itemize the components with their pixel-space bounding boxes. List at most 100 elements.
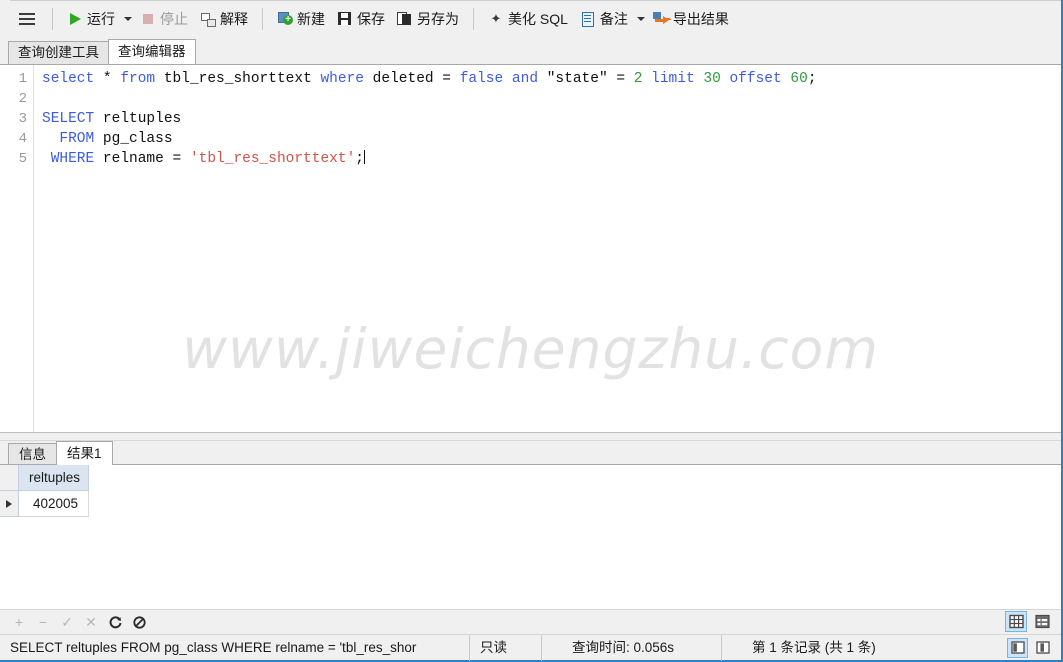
code-line: FROM pg_class bbox=[42, 129, 1061, 149]
code-token: tbl_res_shorttext bbox=[155, 71, 321, 87]
toolbar-separator bbox=[52, 8, 53, 30]
toolbar-separator bbox=[262, 8, 263, 30]
sql-code-text[interactable]: select * from tbl_res_shorttext where de… bbox=[34, 65, 1061, 432]
toolbar-button-label: 另存为 bbox=[417, 11, 459, 27]
toolbar-button-label: 解释 bbox=[220, 11, 248, 27]
grid-view-icon[interactable] bbox=[1005, 611, 1027, 632]
main-toolbar: 运行 停止 解释 新建 保存 另存为 ✦ 美化 SQL 备注 导出结果 bbox=[0, 0, 1061, 38]
current-row-arrow-icon bbox=[6, 500, 12, 508]
results-tabbar: 信息 结果1 bbox=[0, 441, 1061, 465]
toolbar-button-save[interactable]: 保存 bbox=[331, 5, 391, 33]
code-token: pg_class bbox=[94, 131, 173, 147]
form-view-icon[interactable] bbox=[1031, 611, 1053, 632]
export-icon bbox=[652, 11, 669, 27]
line-number-gutter: 1 2 3 4 5 bbox=[0, 65, 34, 432]
table-row[interactable]: 402005 bbox=[0, 490, 90, 517]
refresh-icon[interactable] bbox=[104, 612, 126, 632]
toolbar-button-note[interactable]: 备注 bbox=[574, 5, 634, 33]
tab-query-builder[interactable]: 查询创建工具 bbox=[8, 41, 109, 64]
tab-query-editor[interactable]: 查询编辑器 bbox=[108, 39, 196, 64]
status-record-count: 第 1 条记录 (共 1 条) bbox=[752, 639, 876, 655]
toolbar-button-explain[interactable]: 解释 bbox=[194, 5, 254, 33]
cross-icon[interactable]: ✕ bbox=[80, 612, 102, 632]
code-token: limit bbox=[651, 71, 695, 87]
toolbar-button-label: 运行 bbox=[87, 11, 115, 27]
line-number: 3 bbox=[18, 111, 27, 127]
code-token: * bbox=[94, 71, 121, 87]
sql-editor-area[interactable]: 1 2 3 4 5 select * from tbl_res_shorttext wh… bbox=[0, 64, 1061, 432]
arrow-head-icon bbox=[662, 16, 669, 24]
code-token: relname = bbox=[94, 151, 190, 167]
toolbar-button-label: 美化 SQL bbox=[508, 11, 568, 27]
code-token: reltuples bbox=[94, 111, 182, 127]
toolbar-button-save_as[interactable]: 另存为 bbox=[391, 5, 465, 33]
view-mode-toggles bbox=[1005, 611, 1053, 632]
status-readonly-label: 只读 bbox=[470, 634, 542, 661]
code-token: WHERE bbox=[42, 151, 95, 167]
code-token: ; bbox=[355, 151, 364, 167]
status-sql-text: SELECT reltuples FROM pg_class WHERE rel… bbox=[0, 634, 470, 661]
code-token: 'tbl_res_shorttext' bbox=[189, 151, 356, 167]
column-header-reltuples[interactable]: reltuples bbox=[18, 465, 90, 491]
code-token: 60 bbox=[790, 71, 808, 87]
status-bar: SELECT reltuples FROM pg_class WHERE rel… bbox=[0, 634, 1061, 661]
chevron-down-icon-run[interactable] bbox=[124, 17, 132, 21]
code-token: 30 bbox=[703, 71, 721, 87]
toolbar-button-stop: 停止 bbox=[134, 5, 194, 33]
toolbar-button-new[interactable]: 新建 bbox=[271, 5, 331, 33]
toolbar-separator bbox=[473, 8, 474, 30]
check-icon[interactable]: ✓ bbox=[56, 612, 78, 632]
chevron-down-icon-note[interactable] bbox=[636, 17, 645, 21]
code-line: select * from tbl_res_shorttext where de… bbox=[42, 69, 1061, 89]
plus-icon[interactable]: + bbox=[8, 612, 30, 632]
table-header-row: reltuples bbox=[0, 465, 90, 491]
toolbar-button-beautify[interactable]: ✦ 美化 SQL bbox=[482, 5, 574, 33]
new-file-icon bbox=[277, 11, 293, 27]
stop-icon bbox=[140, 11, 156, 27]
toolbar-button-export[interactable]: 导出结果 bbox=[647, 5, 735, 33]
code-token: false bbox=[459, 71, 504, 87]
no-entry-icon[interactable] bbox=[128, 612, 150, 632]
line-number: 4 bbox=[18, 131, 27, 147]
toolbar-button-label: 备注 bbox=[599, 11, 628, 27]
panel-splitter[interactable] bbox=[0, 432, 1061, 441]
cell-reltuples[interactable]: 402005 bbox=[18, 490, 90, 517]
toolbar-button-run[interactable]: 运行 bbox=[61, 5, 121, 33]
explain-icon bbox=[200, 11, 216, 27]
code-token: offset bbox=[729, 71, 782, 87]
line-number: 1 bbox=[18, 71, 27, 87]
panel-left-icon[interactable] bbox=[1007, 637, 1028, 658]
toolbar-button-label: 保存 bbox=[357, 11, 385, 27]
code-token: from bbox=[120, 71, 156, 87]
code-line: WHERE relname = 'tbl_res_shorttext'; bbox=[42, 149, 1061, 169]
grid-toolbar: + − ✓ ✕ bbox=[0, 609, 1061, 634]
editor-tabbar: 查询创建工具 查询编辑器 bbox=[0, 38, 1061, 64]
hamburger-menu-icon[interactable] bbox=[10, 4, 44, 34]
status-panel-toggles bbox=[1007, 637, 1061, 658]
code-token: select bbox=[42, 71, 95, 87]
toolbar-button-label: 新建 bbox=[297, 11, 325, 27]
line-number: 5 bbox=[18, 151, 27, 167]
status-query-time: 查询时间: 0.056s bbox=[542, 634, 722, 661]
result-tab-info[interactable]: 信息 bbox=[8, 443, 57, 465]
code-token: SELECT bbox=[42, 111, 95, 127]
results-table: reltuples 402005 bbox=[0, 465, 90, 517]
result-tab-result1[interactable]: 结果1 bbox=[56, 441, 113, 465]
text-cursor bbox=[363, 150, 365, 164]
panel-right-icon[interactable] bbox=[1032, 638, 1053, 658]
sql-editor-window: 运行停止解释新建保存另存为✦美化 SQL备注导出结果 查询创建工具 查询编辑器 … bbox=[0, 0, 1063, 662]
note-icon bbox=[580, 11, 596, 27]
save-as-icon bbox=[397, 11, 413, 27]
minus-icon[interactable]: − bbox=[32, 612, 54, 632]
results-grid-area[interactable]: reltuples 402005 bbox=[0, 465, 1061, 609]
toolbar-button-label: 停止 bbox=[160, 11, 188, 27]
row-selector-header bbox=[0, 465, 19, 491]
code-token: FROM bbox=[42, 131, 95, 147]
toolbar-button-label: 导出结果 bbox=[672, 11, 729, 27]
line-number: 2 bbox=[18, 91, 27, 107]
code-token: deleted = bbox=[363, 71, 460, 87]
results-panel: 信息 结果1 reltuples 402005 + − ✓ ✕ bbox=[0, 441, 1061, 634]
